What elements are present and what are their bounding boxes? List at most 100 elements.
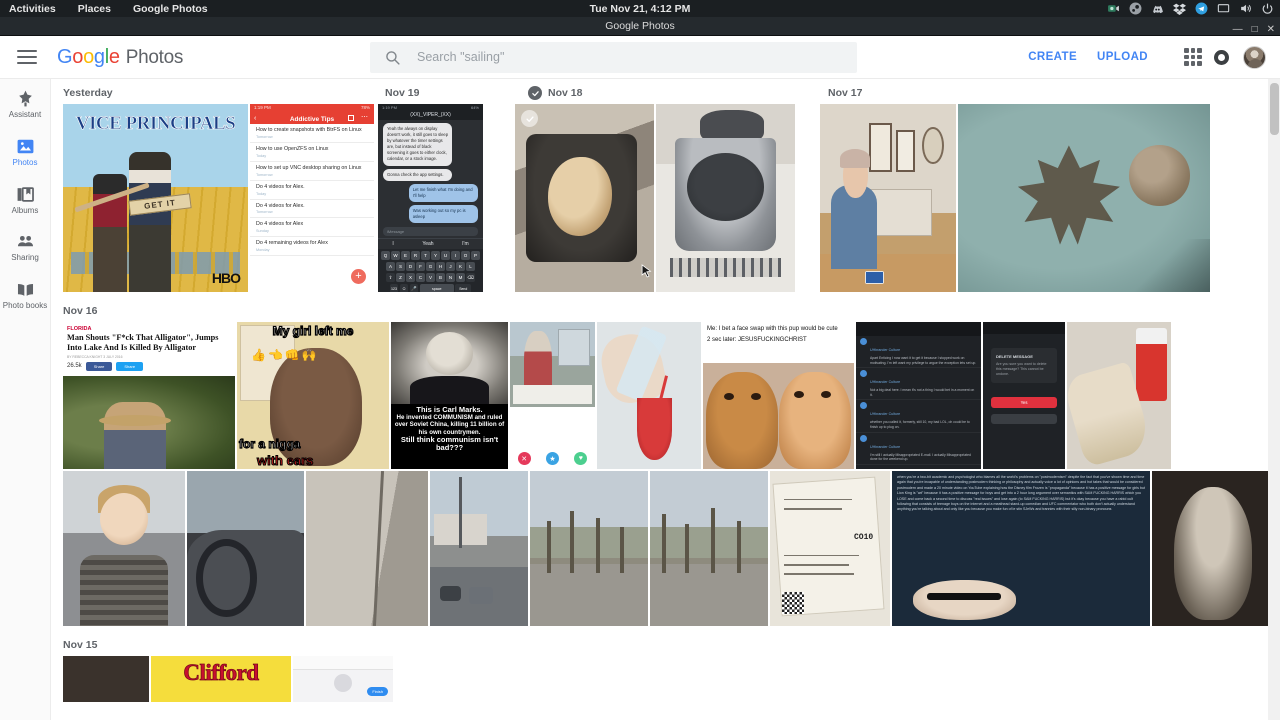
chat-message: whether you called it, formerly, still 1…: [870, 420, 970, 429]
notifications-icon[interactable]: [1214, 49, 1229, 65]
todo-item: How to create snapshots with BtrFS on Li…: [250, 124, 374, 143]
photo-tile-car-interior[interactable]: [187, 471, 304, 626]
activities-button[interactable]: Activities: [9, 3, 56, 15]
places-menu[interactable]: Places: [78, 3, 111, 15]
sidebar-item-photos[interactable]: Photos: [0, 137, 50, 168]
photo-tile-carl-marks[interactable]: This is Carl Marks. He invented COMMUNIS…: [391, 322, 508, 469]
picture-frame: [896, 130, 916, 172]
photo-tile-wall[interactable]: [306, 471, 428, 626]
power-icon[interactable]: [1261, 2, 1274, 15]
photo-select-check-icon[interactable]: [521, 110, 538, 127]
mic-key: 🎤: [409, 284, 419, 292]
photo-tile-dog-face-swap[interactable]: Me: I bet a face swap with this pup woul…: [703, 322, 854, 469]
photo-tile-tinder-jesus[interactable]: Jesus, 21 ID Corporate Actually second t…: [510, 322, 595, 469]
photos-icon: [17, 139, 33, 154]
photo-tile-pouring-drink[interactable]: [597, 322, 701, 469]
scrollbar-thumb[interactable]: [1270, 83, 1279, 135]
user-avatar[interactable]: [1243, 45, 1266, 69]
volume-icon[interactable]: [1239, 2, 1252, 15]
nope-button[interactable]: ✕: [517, 452, 531, 465]
sidebar-item-sharing[interactable]: Sharing: [0, 232, 50, 263]
photo-grid-area[interactable]: Yesterday Nov 19 Nov 18 Nov 17 VICE PRIN…: [51, 79, 1280, 720]
telegram-icon[interactable]: [1195, 2, 1208, 15]
search-bar[interactable]: [370, 41, 857, 73]
minimize-button[interactable]: —: [1233, 25, 1243, 35]
window-controls: — □ ✕: [1233, 25, 1275, 35]
vice-title: VICE PRINCIPALS: [75, 113, 236, 135]
app-menu-google-photos[interactable]: Google Photos: [133, 3, 208, 15]
window-titlebar: Google Photos — □ ✕: [0, 17, 1280, 36]
photo-tile-dark[interactable]: [63, 656, 149, 702]
dropbox-icon[interactable]: [1173, 2, 1186, 15]
todo-item-text: Do 4 videos for Alex.: [256, 202, 305, 209]
date-header-yesterday[interactable]: Yesterday: [63, 87, 113, 99]
like-button[interactable]: ♥: [574, 452, 588, 465]
sidebar-item-albums[interactable]: Albums: [0, 185, 50, 216]
date-header-row-3: Nov 15: [51, 634, 1280, 656]
date-header-nov19[interactable]: Nov 19: [385, 87, 419, 99]
upload-button[interactable]: UPLOAD: [1087, 45, 1158, 69]
photo-tile-my-girl-left-me[interactable]: 👍👈👊🙌 My girl left me for a nigga with ea…: [237, 322, 389, 469]
photo-tile-addictive-tips[interactable]: 1:19 PM 78% ‹ Addictive Tips ⋯ How to cr…: [250, 104, 374, 292]
photo-tile-trees-2[interactable]: [650, 471, 768, 626]
suggestion: Yeah: [422, 241, 434, 248]
create-button[interactable]: CREATE: [1018, 45, 1087, 69]
superlike-button[interactable]: ★: [545, 452, 559, 465]
search-input[interactable]: [417, 50, 797, 64]
date-header-nov15[interactable]: Nov 15: [63, 639, 97, 651]
sidebar-item-photo-books[interactable]: Photo books: [0, 280, 50, 311]
wall-globe: [922, 126, 944, 165]
photo-tile-text-rant[interactable]: when you're a two-bit academic and psych…: [892, 471, 1150, 626]
gazebo: [557, 328, 590, 367]
key: V: [426, 273, 435, 283]
photo-tile-turkey[interactable]: [515, 104, 654, 292]
photo-tile-burrito[interactable]: [1067, 322, 1171, 469]
date-header-nov18[interactable]: Nov 18: [528, 86, 582, 100]
dialog-header: [983, 322, 1065, 334]
glass: [636, 398, 672, 461]
screencast-icon[interactable]: [1107, 2, 1120, 15]
photo-tile-kid[interactable]: [63, 471, 185, 626]
photo-tile-leaf-and-onion[interactable]: [958, 104, 1210, 292]
photo-tile-florida-alligator[interactable]: FLORIDA Man Shouts "F*ck That Alligator"…: [63, 322, 235, 469]
clifford-title: Clifford: [183, 660, 260, 686]
photo-tile-delete-message-dialog[interactable]: DELETE MESSAGE Are you sure you want to …: [983, 322, 1065, 469]
dialog-confirm-button[interactable]: Yes: [991, 397, 1057, 409]
soda-cup: [1135, 327, 1167, 402]
tree: [546, 520, 551, 574]
sidebar-item-assistant[interactable]: Assistant: [0, 89, 50, 120]
label-line: [784, 508, 842, 510]
tree: [685, 523, 690, 574]
date-header-nov17[interactable]: Nov 17: [828, 87, 862, 99]
key: O: [461, 251, 470, 261]
photo-tile-trees-1[interactable]: [530, 471, 648, 626]
scrollbar-track[interactable]: [1268, 79, 1280, 720]
meme-line-3: with ears: [256, 453, 314, 469]
selection-check-icon[interactable]: [528, 86, 542, 100]
date-label-nov15: Nov 15: [63, 639, 98, 651]
photo-tile-vice-principals[interactable]: VICE PRINCIPALS GET IT HBO: [63, 104, 248, 292]
phone: [864, 271, 884, 285]
photo-tile-dog-dark[interactable]: [1152, 471, 1274, 626]
sidebar-label-photo-books: Photo books: [2, 301, 48, 311]
table: [513, 385, 592, 404]
discord-icon[interactable]: [1151, 2, 1164, 15]
hamburger-icon[interactable]: [17, 50, 37, 64]
date-header-nov16[interactable]: Nov 16: [63, 305, 97, 317]
photo-tile-phone-light[interactable]: Finish: [293, 656, 393, 702]
photo-tile-stock-pot[interactable]: [656, 104, 795, 292]
keyboard-row: A S D F G H J K L: [380, 262, 481, 272]
photo-tile-clifford[interactable]: Clifford: [151, 656, 291, 702]
display-icon[interactable]: [1217, 2, 1230, 15]
close-button[interactable]: ✕: [1267, 25, 1275, 35]
photo-tile-shipping-label[interactable]: CO10: [770, 471, 890, 626]
photo-tile-chat-dark-1[interactable]: UHbrander Culture Apart Enticing I now wa…: [856, 322, 981, 469]
maximize-button[interactable]: □: [1252, 25, 1258, 35]
photo-tile-person-at-table[interactable]: [820, 104, 956, 292]
apps-grid-icon[interactable]: [1184, 48, 1202, 66]
steam-icon[interactable]: [1129, 2, 1142, 15]
photo-tile-sms-conversation[interactable]: 1:19 PM 64% (XX)_VIPER_(XX) Yeah the alwa…: [378, 104, 483, 292]
dialog-cancel-button[interactable]: [991, 414, 1057, 425]
chat-row: UHbrander Culture whether you called it, …: [856, 400, 981, 433]
photo-tile-parking-lot[interactable]: [430, 471, 528, 626]
